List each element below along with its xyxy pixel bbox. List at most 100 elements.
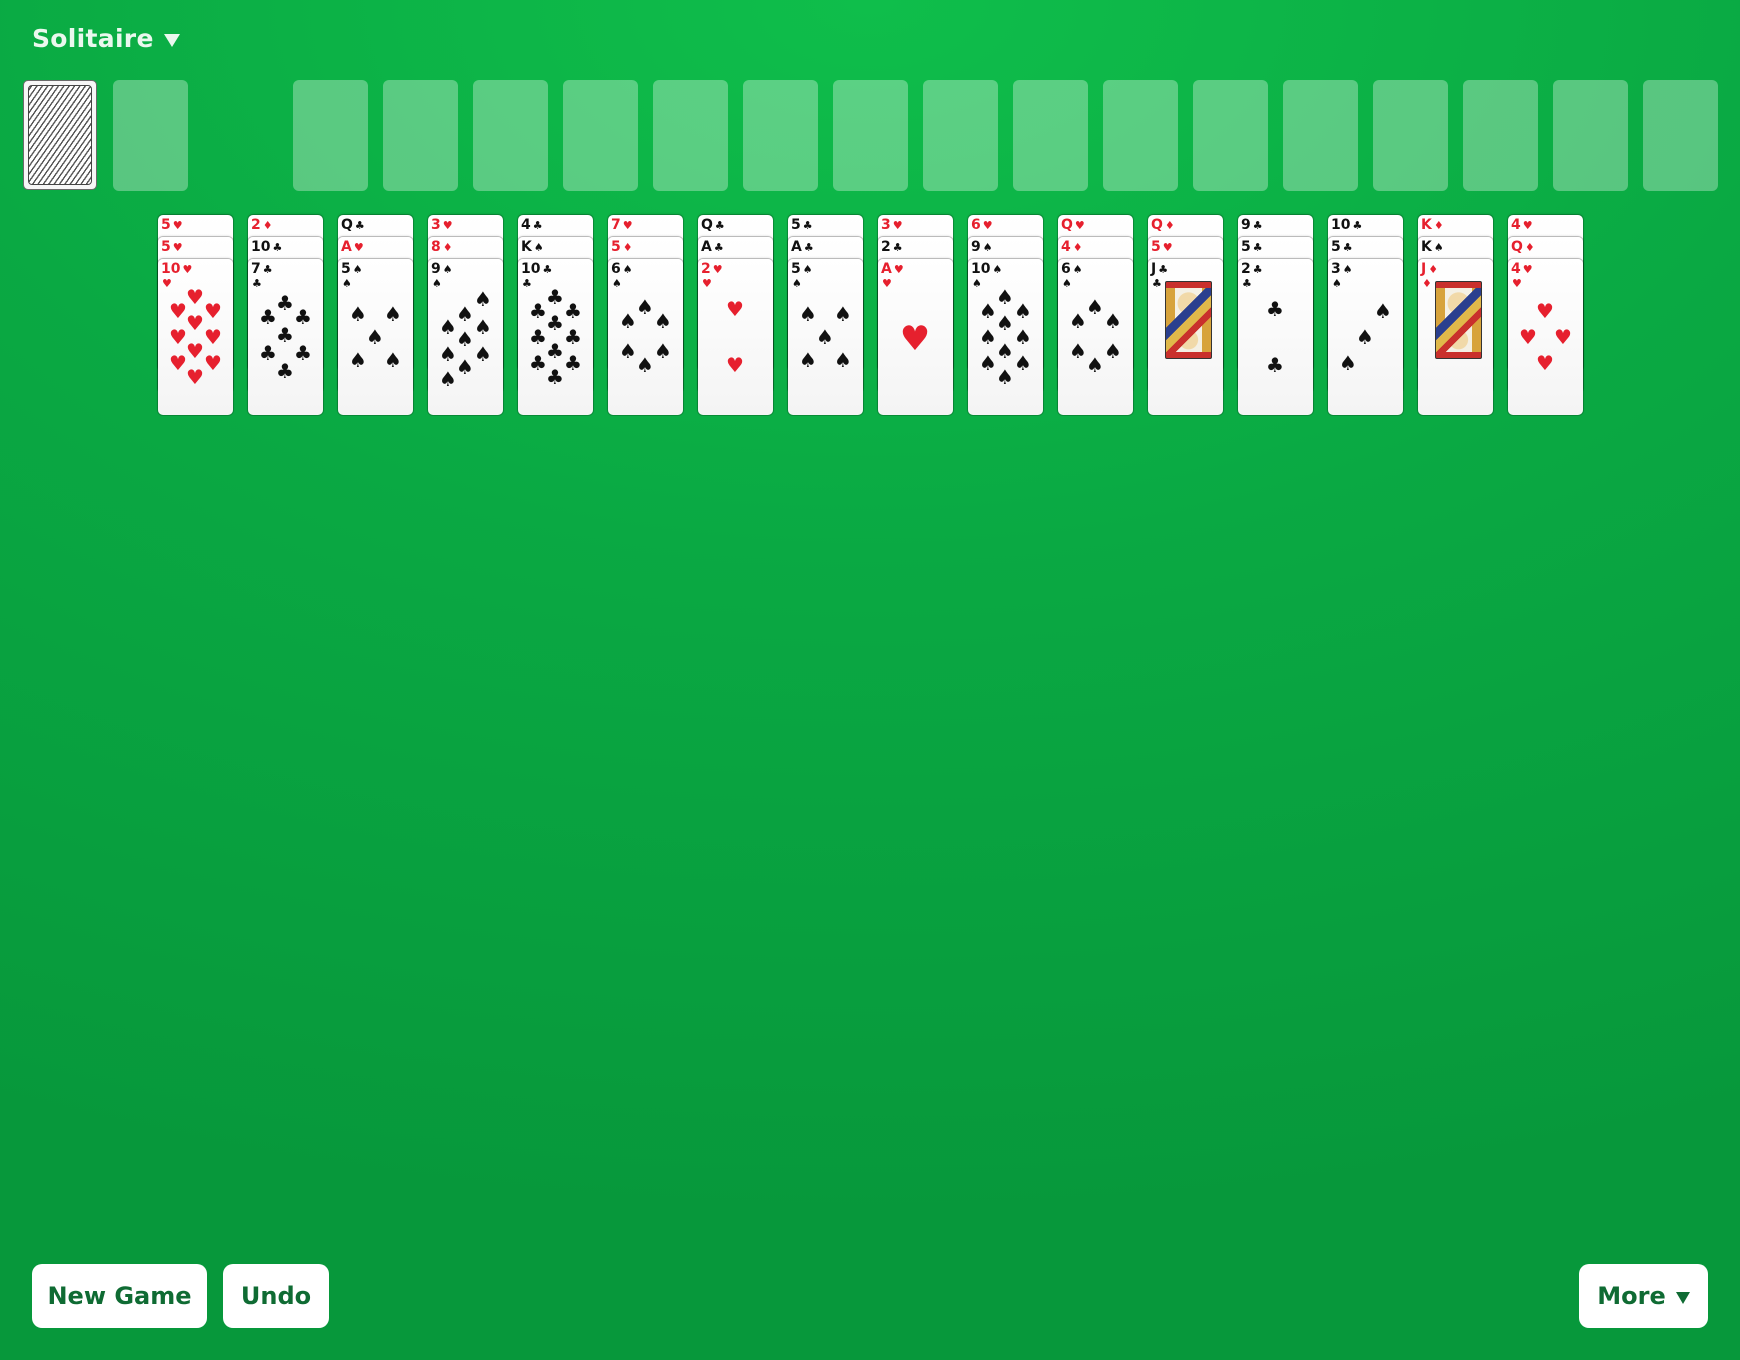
- suit-icon: ♦: [1428, 263, 1439, 276]
- card-rank: 4: [1061, 239, 1071, 255]
- suit-pip-icon: ♠: [619, 339, 637, 363]
- foundation-slot[interactable]: [1013, 80, 1088, 191]
- card-index: 5 ♣: [1331, 238, 1353, 257]
- foundation-slot[interactable]: [1283, 80, 1358, 191]
- suit-icon: ♦: [262, 219, 273, 232]
- suit-pip-icon: ♠: [816, 325, 834, 349]
- foundation-slot[interactable]: [1373, 80, 1448, 191]
- card-index: 5 ♥: [1151, 238, 1173, 257]
- card-pips: ♣ ♣ ♣ ♣ ♣ ♣ ♣ ♣ ♣ ♣: [518, 259, 593, 415]
- suit-pip-icon: ♠: [1339, 351, 1357, 375]
- suit-icon: ♦: [1164, 219, 1175, 232]
- suit-icon: ♠: [1433, 241, 1444, 254]
- playing-card[interactable]: J ♣ ♣: [1148, 259, 1223, 415]
- foundation-slot[interactable]: [833, 80, 908, 191]
- suit-pip-icon: ♠: [979, 351, 997, 375]
- card-rank: J: [1421, 261, 1427, 277]
- foundation-slot[interactable]: [563, 80, 638, 191]
- suit-pip-icon: ♠: [349, 302, 367, 326]
- foundation-slot[interactable]: [293, 80, 368, 191]
- card-back: [28, 85, 92, 185]
- suit-pip-icon: ♥: [726, 297, 744, 321]
- playing-card[interactable]: 10 ♠ ♠ ♠ ♠ ♠ ♠ ♠ ♠ ♠ ♠ ♠ ♠: [968, 259, 1043, 415]
- card-rank: 5: [1241, 239, 1251, 255]
- foundation-slot[interactable]: [383, 80, 458, 191]
- card-index: 9 ♣: [1241, 216, 1263, 235]
- suit-icon: ♦: [1433, 219, 1444, 232]
- foundation-slot[interactable]: [1103, 80, 1178, 191]
- card-index: A ♣: [791, 238, 814, 257]
- suit-icon: ♥: [892, 219, 903, 232]
- card-pips: ♠ ♠ ♠: [1328, 259, 1403, 415]
- new-game-button[interactable]: New Game: [32, 1264, 207, 1328]
- suit-pip-icon: ♥: [1519, 325, 1537, 349]
- card-rank: 3: [881, 217, 891, 233]
- card-index: 10 ♣: [1331, 216, 1362, 235]
- suit-pip-icon: ♣: [276, 359, 294, 383]
- card-index: Q ♦: [1151, 216, 1175, 235]
- playing-card[interactable]: 9 ♠ ♠ ♠ ♠ ♠ ♠ ♠ ♠ ♠ ♠ ♠: [428, 259, 503, 415]
- foundation-slot[interactable]: [923, 80, 998, 191]
- foundation-slot[interactable]: [1193, 80, 1268, 191]
- suit-pip-icon: ♠: [474, 315, 492, 339]
- playing-card[interactable]: 5 ♠ ♠ ♠ ♠ ♠ ♠ ♠: [338, 259, 413, 415]
- suit-icon: ♠: [533, 241, 544, 254]
- suit-pip-icon: ♥: [899, 319, 931, 359]
- suit-icon: ♥: [172, 241, 183, 254]
- card-rank: 9: [971, 239, 981, 255]
- card-rank: 9: [1241, 217, 1251, 233]
- new-game-label: New Game: [47, 1282, 192, 1310]
- playing-card[interactable]: 10 ♥ ♥ ♥ ♥ ♥ ♥ ♥ ♥ ♥ ♥ ♥ ♥: [158, 259, 233, 415]
- playing-card[interactable]: 4 ♥ ♥ ♥ ♥ ♥ ♥: [1508, 259, 1583, 415]
- stock-pile[interactable]: [23, 80, 97, 190]
- undo-button[interactable]: Undo: [223, 1264, 329, 1328]
- suit-pip-icon: ♠: [636, 295, 654, 319]
- card-rank: K: [1421, 217, 1432, 233]
- foundation-slot[interactable]: [1643, 80, 1718, 191]
- foundation-slot[interactable]: [653, 80, 728, 191]
- foundation-slot[interactable]: [743, 80, 818, 191]
- game-menu-button[interactable]: Solitaire: [32, 24, 180, 53]
- playing-card[interactable]: A ♥ ♥ ♥: [878, 259, 953, 415]
- suit-pip-icon: ♣: [529, 325, 547, 349]
- suit-pip-icon: ♥: [169, 351, 187, 375]
- card-pips: ♥ ♥: [698, 259, 773, 415]
- waste-slot[interactable]: [113, 80, 188, 191]
- suit-icon: ♥: [1162, 241, 1173, 254]
- card-index: 7 ♥: [611, 216, 633, 235]
- suit-pip-icon: ♠: [1014, 325, 1032, 349]
- playing-card[interactable]: 2 ♣ ♣ ♣ ♣: [1238, 259, 1313, 415]
- foundation-slot[interactable]: [1463, 80, 1538, 191]
- suit-icon: ♣: [803, 241, 814, 254]
- suit-icon: ♣: [802, 219, 813, 232]
- suit-pip-icon: ♣: [546, 339, 564, 363]
- suit-icon: ♣: [1252, 219, 1263, 232]
- playing-card[interactable]: 6 ♠ ♠ ♠ ♠ ♠ ♠ ♠ ♠: [1058, 259, 1133, 415]
- card-rank: 4: [1511, 217, 1521, 233]
- foundation-slot[interactable]: [473, 80, 548, 191]
- suit-icon: ♥: [353, 241, 364, 254]
- suit-pip-icon: ♠: [619, 309, 637, 333]
- card-pips: ♠ ♠ ♠ ♠ ♠ ♠: [1058, 259, 1133, 415]
- card-index: 4 ♦: [1061, 238, 1083, 257]
- foundation-slot[interactable]: [1553, 80, 1628, 191]
- card-index: Q ♣: [341, 216, 365, 235]
- suit-pip-icon: ♣: [276, 291, 294, 315]
- suit-icon: ♦: [1524, 241, 1535, 254]
- suit-pip-icon: ♣: [564, 351, 582, 375]
- playing-card[interactable]: 5 ♠ ♠ ♠ ♠ ♠ ♠ ♠: [788, 259, 863, 415]
- suit-pip-icon: ♥: [186, 311, 204, 335]
- playing-card[interactable]: 7 ♣ ♣ ♣ ♣ ♣ ♣ ♣ ♣ ♣: [248, 259, 323, 415]
- card-index: A ♥: [341, 238, 364, 257]
- playing-card[interactable]: J ♦ ♦: [1418, 259, 1493, 415]
- playing-card[interactable]: 2 ♥ ♥ ♥ ♥: [698, 259, 773, 415]
- card-rank: Q: [341, 217, 353, 233]
- playing-card[interactable]: 3 ♠ ♠ ♠ ♠ ♠: [1328, 259, 1403, 415]
- suit-pip-icon: ♠: [366, 325, 384, 349]
- card-rank: J: [1151, 261, 1157, 277]
- card-index: 3 ♥: [431, 216, 453, 235]
- playing-card[interactable]: 6 ♠ ♠ ♠ ♠ ♠ ♠ ♠ ♠: [608, 259, 683, 415]
- suit-pip-icon: ♠: [1014, 299, 1032, 323]
- more-button[interactable]: More: [1579, 1264, 1708, 1328]
- playing-card[interactable]: 10 ♣ ♣ ♣ ♣ ♣ ♣ ♣ ♣ ♣ ♣ ♣ ♣: [518, 259, 593, 415]
